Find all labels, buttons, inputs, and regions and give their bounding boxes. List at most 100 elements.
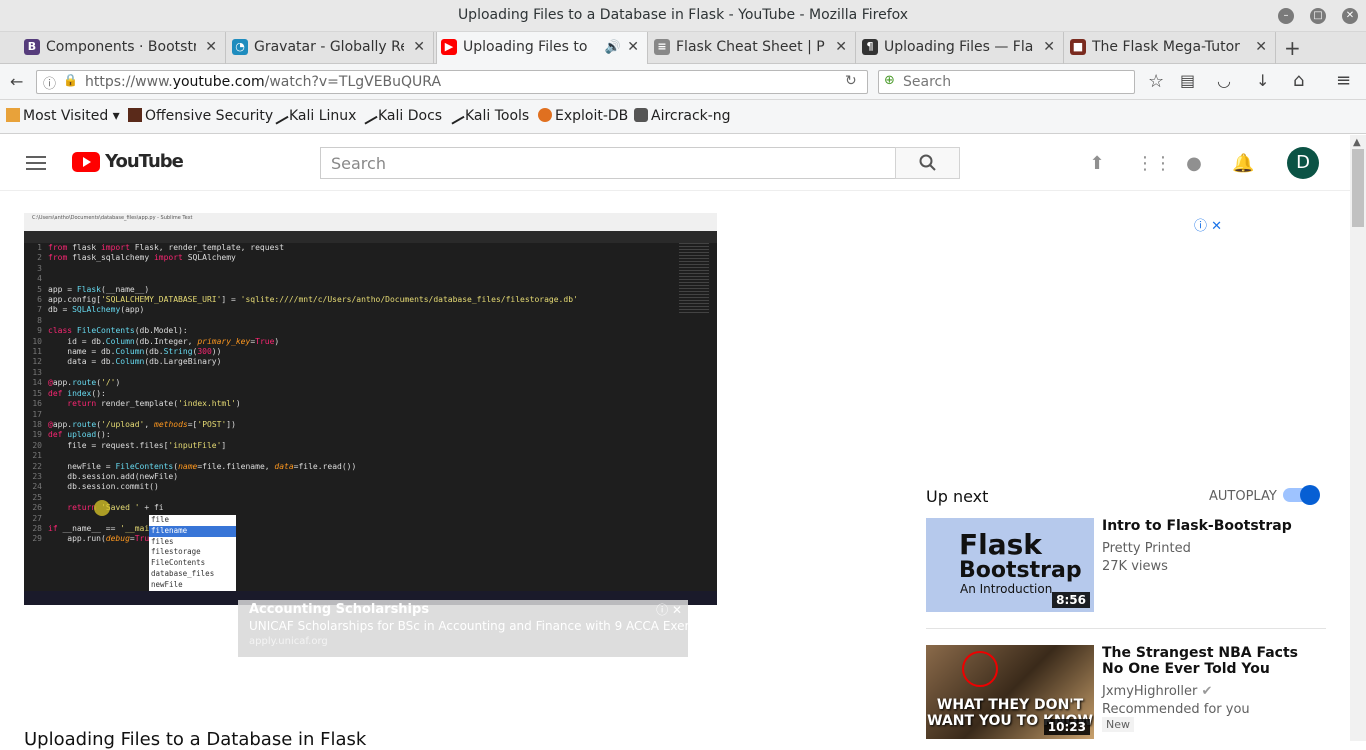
bootstrap-favicon-icon: B <box>24 39 40 55</box>
apps-grid-icon[interactable]: ⋮⋮ <box>1136 153 1172 174</box>
video-thumbnail[interactable]: WHAT THEY DON'T WANT YOU TO KNOW 10:23 <box>926 645 1094 739</box>
editor-window-title: C:\Users\antho\Documents\database_files\… <box>32 215 193 221</box>
video-player[interactable]: C:\Users\antho\Documents\database_files\… <box>24 213 717 605</box>
minimize-icon[interactable]: – <box>1278 8 1294 24</box>
tab-flask-cheatsheet[interactable]: ≡ Flask Cheat Sheet | P ✕ <box>650 32 856 64</box>
bookmark-aircrack-ng[interactable]: Aircrack-ng <box>634 108 731 124</box>
recommendation-note: Recommended for you <box>1102 702 1250 717</box>
autocomplete-item-selected: filename <box>149 525 236 537</box>
youtube-search-button[interactable] <box>895 147 960 179</box>
view-count: 27K views <box>1102 559 1168 574</box>
bookmark-kali-linux[interactable]: Kali Linux <box>269 105 356 125</box>
search-placeholder: Search <box>903 74 952 90</box>
thumbnail-text: Bootstrap <box>959 558 1082 583</box>
gravatar-favicon-icon: ◔ <box>232 39 248 55</box>
tab-label: Gravatar - Globally Re <box>254 39 404 55</box>
close-tab-icon[interactable]: ✕ <box>1043 32 1055 63</box>
overlay-ad[interactable]: Accounting Scholarships UNICAF Scholarsh… <box>238 600 689 657</box>
youtube-play-icon <box>72 151 100 172</box>
autocomplete-item: newFile <box>151 579 183 589</box>
menu-icon[interactable]: ≡ <box>1336 70 1351 91</box>
bookmark-most-visited[interactable]: Most Visited ▾ <box>6 108 120 124</box>
editor-titlebar: C:\Users\antho\Documents\database_files\… <box>24 213 717 231</box>
bookmark-kali-docs[interactable]: Kali Docs <box>358 105 442 125</box>
youtube-header: YouTube Search ⬆ ⋮⋮ ● 🔔 D <box>0 135 1350 191</box>
url-bar[interactable]: ⓘ 🔒 https://www.youtube.com/watch?v=TLgV… <box>36 70 868 94</box>
window-title: Uploading Files to a Database in Flask -… <box>457 7 909 23</box>
tab-gravatar[interactable]: ◔ Gravatar - Globally Re ✕ <box>228 32 434 64</box>
downloads-icon[interactable]: ↓ <box>1256 71 1269 90</box>
autocomplete-item: filestorage <box>151 547 201 557</box>
divider <box>926 628 1326 629</box>
bookmarks-toolbar: Most Visited ▾ Offensive Security Kali L… <box>0 100 1366 134</box>
upload-icon[interactable]: ⬆ <box>1087 153 1107 174</box>
pocket-icon[interactable]: ◡ <box>1217 71 1231 90</box>
youtube-logo-text: YouTube <box>105 151 184 172</box>
search-icon <box>919 154 936 171</box>
back-icon[interactable]: ← <box>10 72 23 91</box>
autocomplete-item: files <box>151 536 174 546</box>
reading-list-icon[interactable]: ▤ <box>1180 71 1195 90</box>
tab-bootstrap[interactable]: B Components · Bootstrap ✕ <box>20 32 226 64</box>
ad-info-close-icon[interactable]: ⓘ ✕ <box>1194 215 1222 234</box>
bookmark-exploit-db[interactable]: Exploit-DB <box>538 108 628 124</box>
close-tab-icon[interactable]: ✕ <box>205 32 217 63</box>
info-icon[interactable]: ⓘ <box>43 73 56 92</box>
page-favicon-icon: ≡ <box>654 39 670 55</box>
tab-youtube-active[interactable]: ▶ Uploading Files to … 🔊 ✕ <box>436 32 648 65</box>
url-text[interactable]: https://www.youtube.com/watch?v=TLgVEBuQ… <box>85 74 441 90</box>
bookmark-offensive-security[interactable]: Offensive Security <box>128 108 273 124</box>
scrollbar-thumb[interactable] <box>1352 149 1364 227</box>
thumbnail-text: An Introduction <box>960 582 1053 596</box>
tab-flask-mega-tutorial[interactable]: ■ The Flask Mega-Tutor ✕ <box>1066 32 1276 64</box>
close-tab-icon[interactable]: ✕ <box>627 32 639 63</box>
navigation-toolbar: ← ⓘ 🔒 https://www.youtube.com/watch?v=TL… <box>0 64 1366 100</box>
ad-description[interactable]: UNICAF Scholarships for BSc in Accountin… <box>249 619 689 633</box>
offsec-icon <box>128 108 142 122</box>
maximize-icon[interactable]: □ <box>1310 8 1326 24</box>
ad-close-icon[interactable]: ⓘ ✕ <box>656 601 682 618</box>
tab-strip: B Components · Bootstrap ✕ ◔ Gravatar - … <box>0 32 1366 65</box>
tab-label: The Flask Mega-Tutor <box>1092 39 1240 55</box>
editor-tab-strip <box>24 231 717 243</box>
bookmark-kali-tools[interactable]: Kali Tools <box>445 105 529 125</box>
autoplay-label: AUTOPLAY <box>1209 489 1277 504</box>
reload-icon[interactable]: ↻ <box>845 73 857 89</box>
youtube-search-input[interactable]: Search <box>320 147 896 179</box>
video-title-link[interactable]: Intro to Flask-Bootstrap <box>1102 518 1322 534</box>
youtube-favicon-icon: ▶ <box>441 39 457 55</box>
toggle-knob <box>1300 485 1320 505</box>
video-thumbnail[interactable]: Flask Bootstrap An Introduction 8:56 <box>926 518 1094 612</box>
close-tab-icon[interactable]: ✕ <box>835 32 847 63</box>
search-placeholder: Search <box>331 154 386 173</box>
autoplay-toggle[interactable] <box>1283 485 1320 505</box>
bookmark-star-icon[interactable]: ☆ <box>1148 71 1164 92</box>
channel-name[interactable]: Pretty Printed <box>1102 541 1191 556</box>
ad-title[interactable]: Accounting Scholarships <box>249 602 429 617</box>
guide-menu-icon[interactable] <box>26 156 46 174</box>
close-tab-icon[interactable]: ✕ <box>1255 32 1267 63</box>
messages-icon[interactable]: ● <box>1184 153 1204 174</box>
ad-url[interactable]: apply.unicaf.org <box>249 636 328 647</box>
home-icon[interactable]: ⌂ <box>1293 70 1304 91</box>
tab-label: Uploading Files to … <box>463 39 593 55</box>
close-tab-icon[interactable]: ✕ <box>413 32 425 63</box>
up-next-heading: Up next <box>926 487 989 506</box>
autocomplete-popup: file filename files filestorage FileCont… <box>149 515 236 591</box>
scroll-up-icon[interactable]: ▲ <box>1353 137 1361 148</box>
avatar[interactable]: D <box>1287 147 1319 179</box>
close-window-icon[interactable]: ✕ <box>1342 8 1358 24</box>
notifications-bell-icon[interactable]: 🔔 <box>1232 153 1254 174</box>
youtube-logo[interactable]: YouTube <box>72 151 184 172</box>
tab-flask-uploading[interactable]: ¶ Uploading Files — Fla ✕ <box>858 32 1064 64</box>
channel-name[interactable]: JxmyHighroller ✔ <box>1102 684 1212 699</box>
speaker-icon[interactable]: 🔊 <box>605 32 621 63</box>
page-scrollbar[interactable]: ▲ <box>1350 135 1366 741</box>
exploit-db-icon <box>538 108 552 122</box>
new-tab-icon[interactable]: + <box>1284 36 1301 60</box>
video-title-link[interactable]: The Strangest NBA Facts No One Ever Told… <box>1102 645 1322 677</box>
browser-search-input[interactable]: ⊕ Search <box>878 70 1135 94</box>
search-engine-icon[interactable]: ⊕ <box>884 73 895 88</box>
kali-dragon-icon <box>358 105 378 125</box>
window-titlebar: Uploading Files to a Database in Flask -… <box>0 0 1366 32</box>
